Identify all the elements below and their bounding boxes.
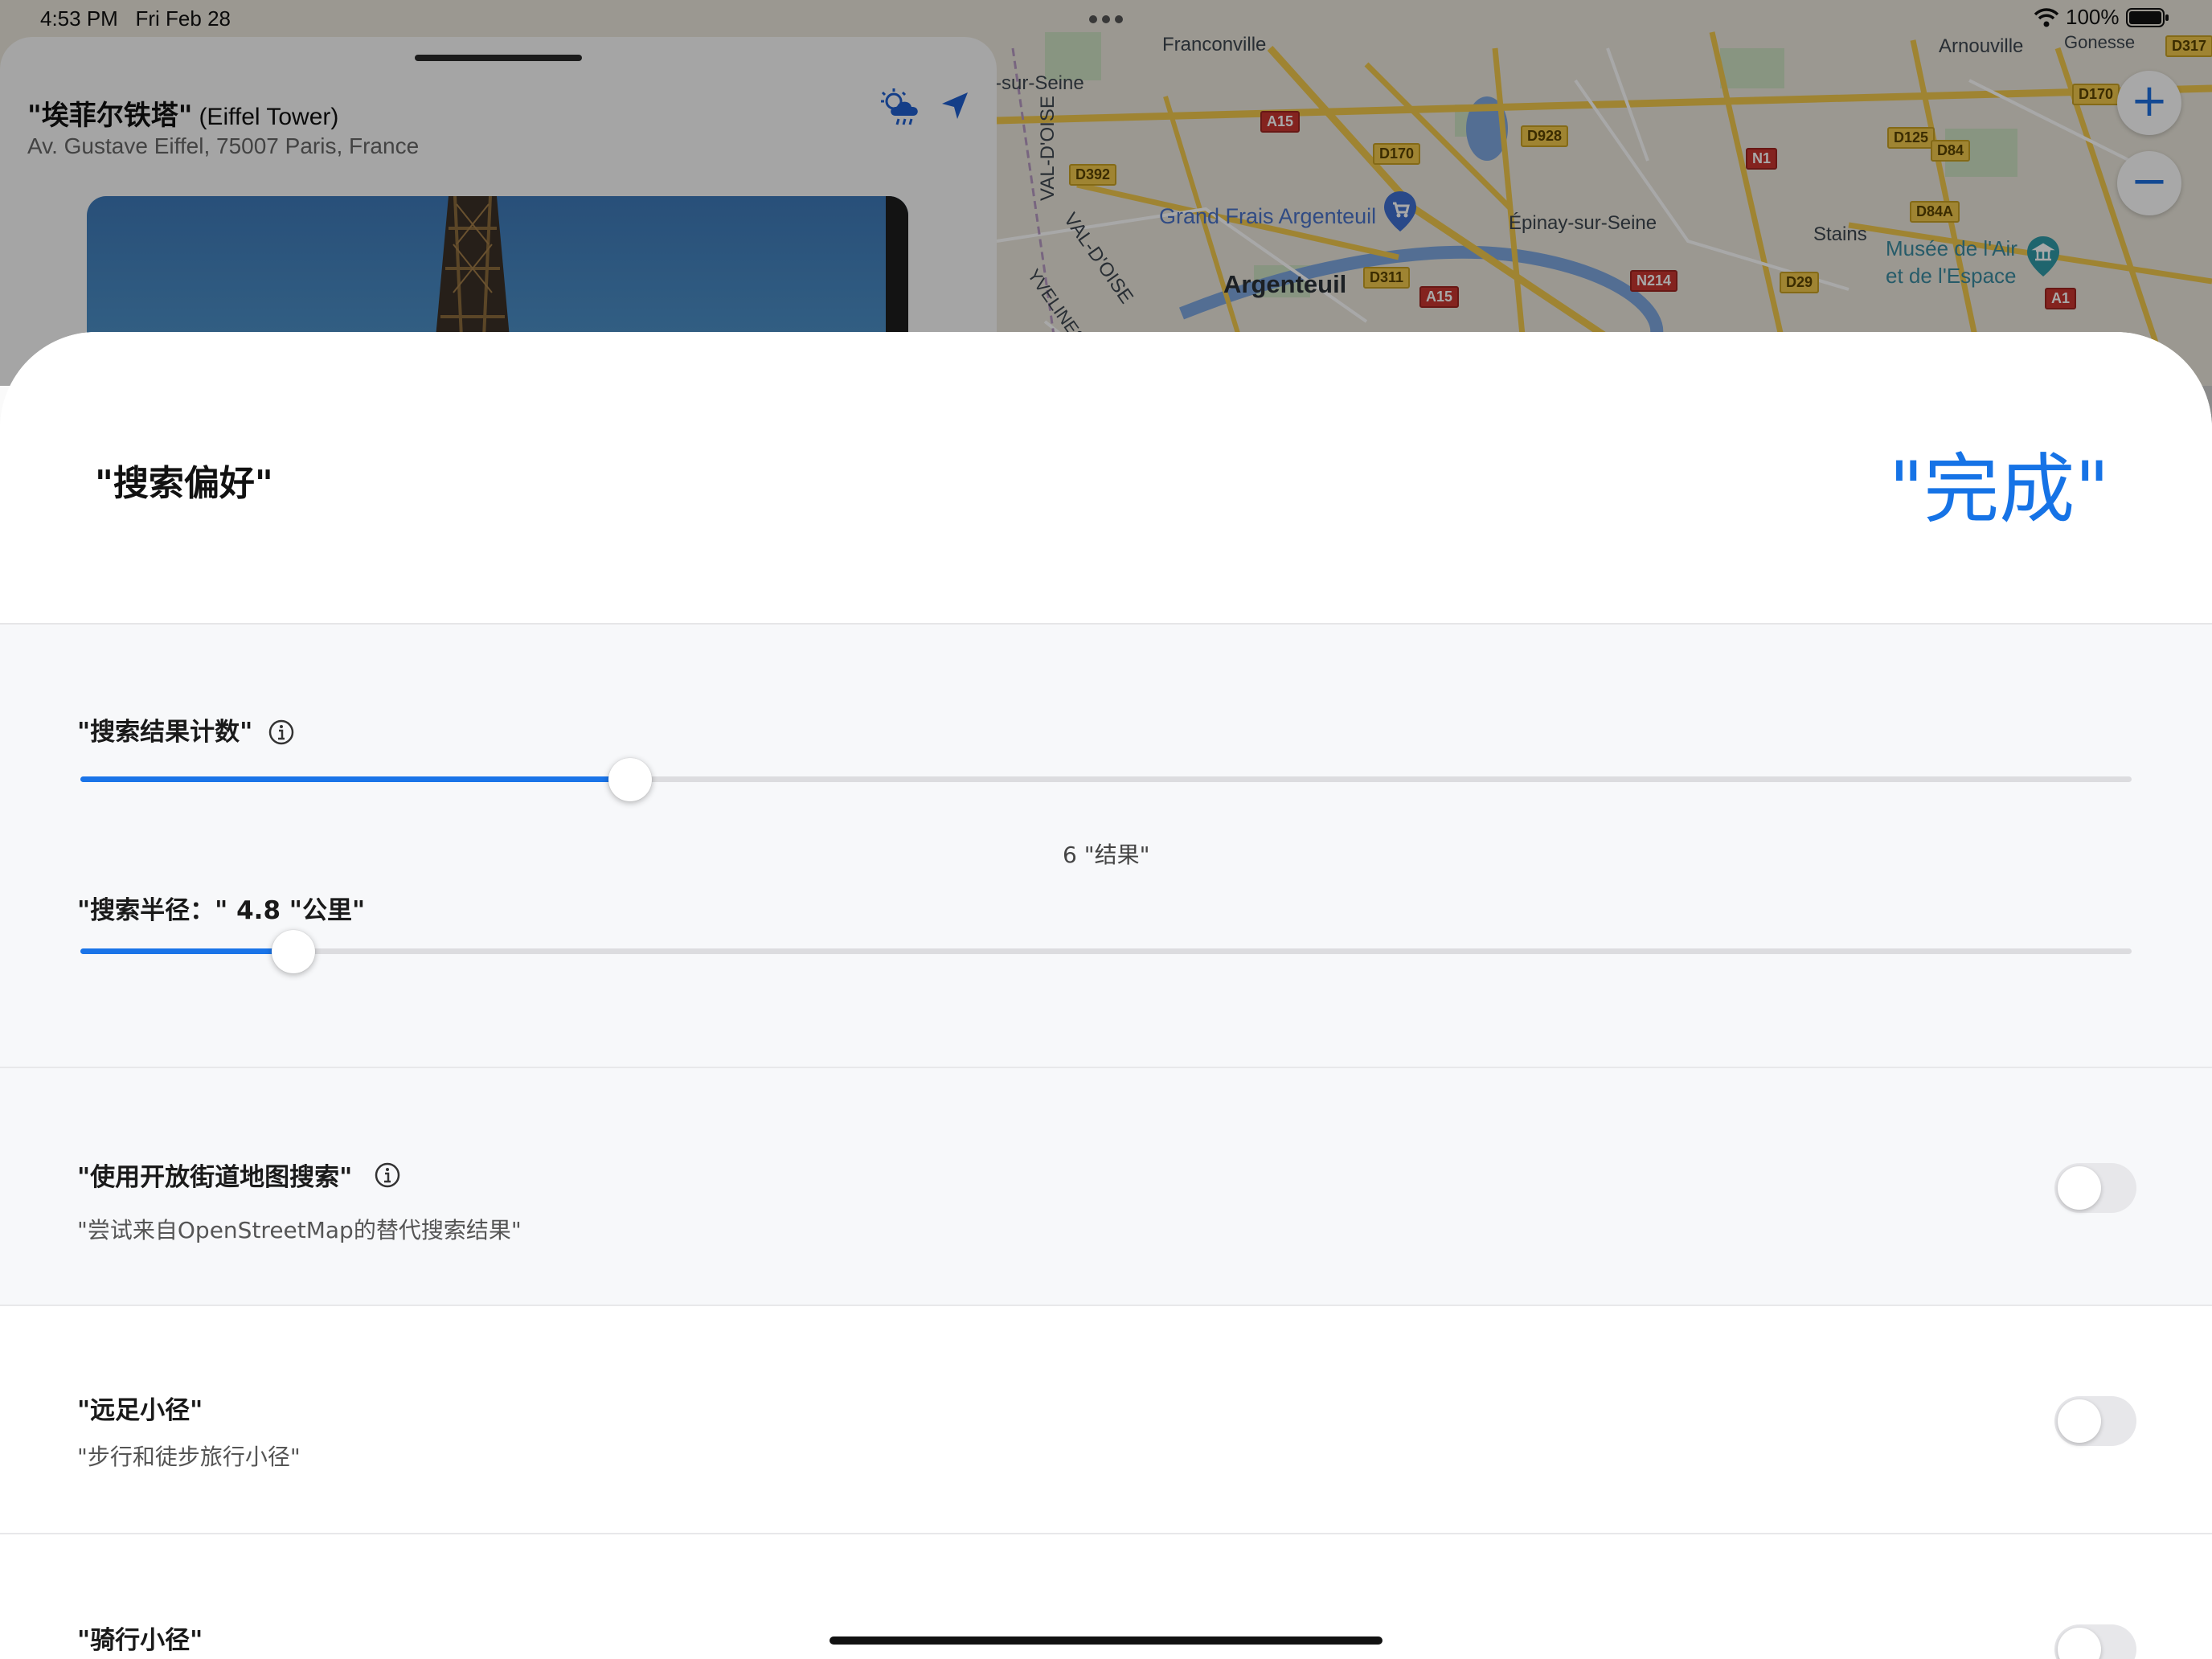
result-count-slider[interactable] [80, 758, 2132, 801]
radius-track[interactable] [80, 948, 2132, 954]
radius-thumb[interactable] [272, 930, 315, 973]
search-preferences-sheet: "搜索偏好" "完成" "搜索结果计数" 6 "结果" "搜索半径：" 4.8 … [0, 332, 2212, 1659]
osm-toggle[interactable] [2054, 1163, 2136, 1213]
osm-search-row: "使用开放街道地图搜索" "尝试来自OpenStreetMap的替代搜索结果" [0, 1068, 2212, 1306]
slider-section: "搜索结果计数" 6 "结果" "搜索半径：" 4.8 "公里" [0, 625, 2212, 1068]
background-dim-overlay[interactable] [0, 0, 2212, 386]
hiking-label: "远足小径" [77, 1396, 203, 1425]
done-button[interactable]: "完成" [1889, 428, 2109, 538]
radius-label: "搜索半径：" 4.8 "公里" [77, 896, 366, 925]
osm-description: "尝试来自OpenStreetMap的替代搜索结果" [77, 1217, 522, 1243]
hiking-description: "步行和徒步旅行小径" [77, 1444, 301, 1470]
cycling-label: "骑行小径" [77, 1626, 203, 1655]
osm-label: "使用开放街道地图搜索" [77, 1163, 353, 1192]
result-count-label: "搜索结果计数" [77, 718, 253, 747]
osm-info-icon[interactable] [374, 1161, 401, 1189]
radius-fill [80, 948, 293, 954]
result-count-fill [80, 776, 630, 782]
result-count-value: 6 "结果" [1063, 842, 1150, 868]
sheet-header: "搜索偏好" "完成" [0, 332, 2212, 625]
hiking-toggle[interactable] [2054, 1396, 2136, 1446]
sheet-title: "搜索偏好" [95, 463, 273, 504]
hiking-trails-row: "远足小径" "步行和徒步旅行小径" [0, 1306, 2212, 1534]
radius-slider[interactable] [80, 930, 2132, 973]
cycling-toggle-knob [2058, 1628, 2101, 1659]
osm-toggle-knob [2058, 1166, 2101, 1210]
home-indicator[interactable] [830, 1636, 1382, 1645]
result-count-thumb[interactable] [608, 758, 652, 801]
cycling-toggle[interactable] [2054, 1624, 2136, 1659]
hiking-toggle-knob [2058, 1399, 2101, 1443]
result-count-info-icon[interactable] [268, 719, 295, 746]
